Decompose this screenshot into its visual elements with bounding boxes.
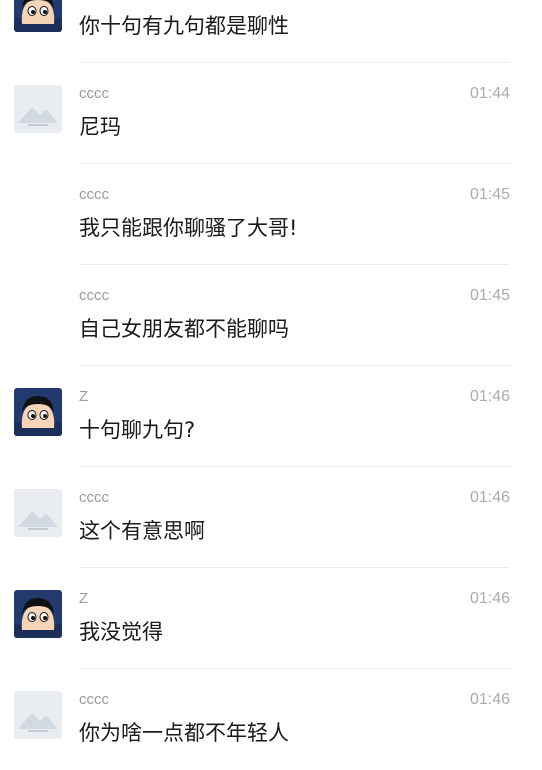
cartoon-boy-avatar[interactable] (14, 0, 62, 32)
message-sender: cccc (79, 691, 109, 708)
landscape-placeholder-avatar[interactable] (14, 85, 62, 133)
cartoon-boy-avatar[interactable] (14, 590, 62, 638)
message-text: 这个有意思啊 (79, 519, 205, 543)
message-sender: cccc (79, 489, 109, 506)
message-time: 01:46 (469, 691, 510, 708)
chat-message: 你十句有九句都是聊性 (0, 0, 542, 63)
message-sender: Z (79, 388, 89, 405)
message-text: 十句聊九句? (79, 418, 196, 442)
message-sender: Z (79, 590, 89, 607)
message-text: 你为啥一点都不年轻人 (79, 721, 289, 745)
message-sender: cccc (79, 186, 109, 203)
message-text: 你十句有九句都是聊性 (79, 14, 289, 38)
chat-message: cccc 01:46 这个有意思啊 (0, 467, 542, 568)
chat-message: cccc 01:44 尼玛 (0, 63, 542, 164)
message-time: 01:45 (469, 287, 510, 304)
cartoon-boy-avatar[interactable] (14, 388, 62, 436)
chat-message-list: 你十句有九句都是聊性 cccc 01:44 尼玛 cccc 01:45 我只能跟… (0, 0, 542, 770)
message-time: 01:46 (469, 489, 510, 506)
landscape-placeholder-avatar[interactable] (14, 691, 62, 739)
message-text: 自己女朋友都不能聊吗 (79, 317, 289, 341)
message-sender: cccc (79, 287, 109, 304)
chat-message: Z 01:46 我没觉得 (0, 568, 542, 669)
message-text: 尼玛 (79, 115, 121, 139)
message-time: 01:45 (469, 186, 510, 203)
chat-message: cccc 01:45 我只能跟你聊骚了大哥! (0, 164, 542, 265)
chat-message: Z 01:46 十句聊九句? (0, 366, 542, 467)
message-time: 01:46 (469, 590, 510, 607)
message-time: 01:44 (469, 85, 510, 102)
landscape-placeholder-avatar[interactable] (14, 489, 62, 537)
chat-message: cccc 01:46 你为啥一点都不年轻人 (0, 669, 542, 770)
message-time: 01:46 (469, 388, 510, 405)
message-sender: cccc (79, 85, 109, 102)
chat-message: cccc 01:45 自己女朋友都不能聊吗 (0, 265, 542, 366)
message-text: 我没觉得 (79, 620, 163, 644)
message-text: 我只能跟你聊骚了大哥! (79, 216, 298, 240)
